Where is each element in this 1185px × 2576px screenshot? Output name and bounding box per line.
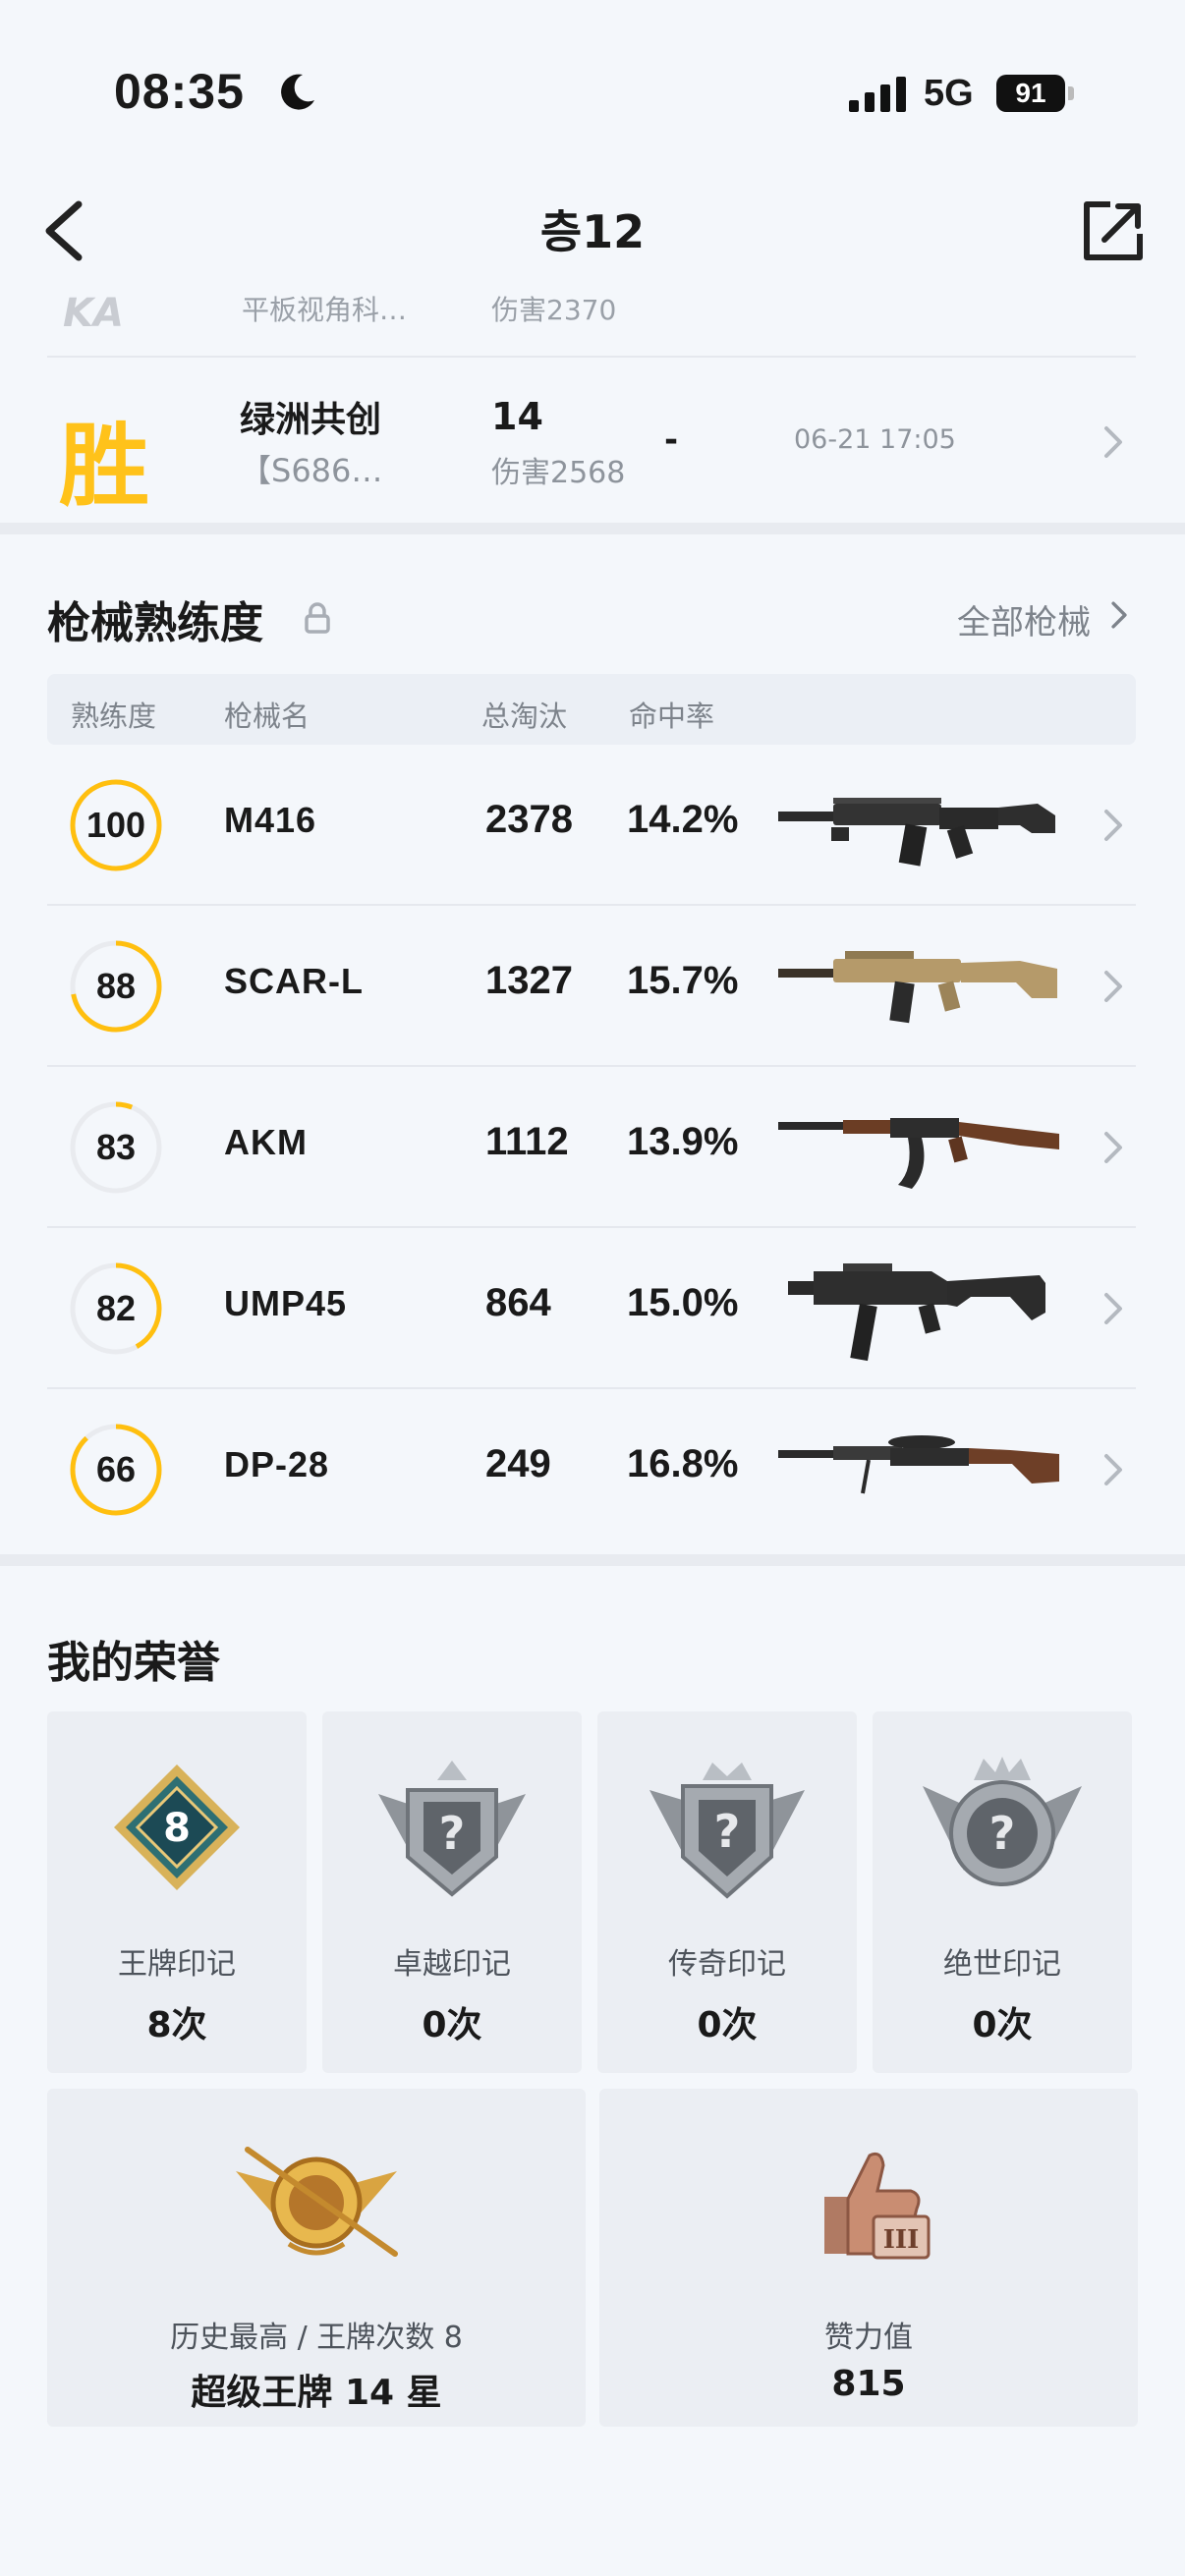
- honor-card-highest-rank[interactable]: 历史最高 / 王牌次数 8 超级王牌 14 星: [47, 2089, 586, 2427]
- weapon-table-header: 熟练度 枪械名 总淘汰 命中率: [47, 674, 1136, 745]
- section-separator: [0, 1554, 1185, 1566]
- chevron-right-icon[interactable]: [1100, 1450, 1126, 1489]
- mastery-value: 83: [95, 1127, 137, 1167]
- badge-number: 8: [163, 1806, 191, 1851]
- cellular-signal-icon: [849, 77, 908, 112]
- weapon-name: AKM: [224, 1122, 308, 1162]
- legend-mark-badge-icon: ?: [649, 1763, 805, 1899]
- honor-label: 传奇印记: [668, 1947, 786, 1982]
- weapon-name: DP-28: [224, 1444, 330, 1484]
- weapon-accuracy: 13.9%: [627, 1120, 739, 1163]
- honors-title: 我的荣誉: [47, 1638, 220, 1688]
- weapon-row[interactable]: 82 UMP45 864 15.0%: [47, 1228, 1136, 1389]
- honor-count: 8次: [146, 2005, 207, 2045]
- weapon-name: M416: [224, 800, 317, 840]
- mastery-value: 88: [95, 966, 137, 1006]
- weapon-kills: 1112: [485, 1120, 569, 1163]
- mastery-value: 100: [85, 805, 146, 845]
- weapon-row[interactable]: 83 AKM 1112 13.9%: [47, 1067, 1136, 1228]
- win-badge: 胜: [59, 414, 150, 519]
- super-ace-badge-icon: [236, 2147, 398, 2257]
- honor-label: 卓越印记: [393, 1947, 511, 1982]
- match-sub-mode: 【S686…: [240, 452, 383, 489]
- ump45-smg-icon: [788, 1263, 1045, 1362]
- weapon-kills: 1327: [485, 959, 573, 1002]
- akm-rifle-icon: [778, 1118, 1059, 1189]
- match-kills: 14: [491, 395, 543, 438]
- mastery-value: 82: [95, 1288, 137, 1328]
- share-button[interactable]: [1081, 198, 1146, 263]
- match-damage: 伤害2568: [491, 456, 626, 490]
- weapon-mastery-title: 枪械熟练度: [47, 598, 263, 648]
- honor-label: 王牌印记: [118, 1947, 236, 1982]
- badge-number: III: [883, 2225, 920, 2255]
- chevron-right-icon[interactable]: [1108, 597, 1130, 633]
- weapon-accuracy: 14.2%: [627, 798, 739, 841]
- chevron-right-icon[interactable]: [1100, 422, 1126, 462]
- honor-label: 绝世印记: [943, 1947, 1061, 1982]
- highest-rank-value: 超级王牌 14 星: [191, 2373, 442, 2413]
- match-row-latest[interactable]: [47, 358, 1136, 521]
- m416-rifle-icon: [778, 798, 1055, 867]
- dp28-lmg-icon: [778, 1435, 1059, 1494]
- weapon-row[interactable]: 100 M416 2378 14.2%: [47, 745, 1136, 906]
- ace-mark-badge-icon: 8: [114, 1764, 240, 1890]
- header-mastery: 熟练度: [71, 700, 157, 733]
- thumbs-up-badge-icon: III: [824, 2152, 931, 2260]
- match-rank: -: [664, 420, 679, 460]
- likes-label: 赞力值: [824, 2321, 913, 2355]
- chevron-right-icon[interactable]: [1100, 967, 1126, 1006]
- honor-count: 0次: [422, 2005, 482, 2045]
- page-title: 층12: [539, 205, 646, 258]
- section-separator: [0, 523, 1185, 534]
- battery-tip: [1068, 86, 1074, 100]
- honor-count: 0次: [972, 2005, 1033, 2045]
- honor-card-ace-mark[interactable]: 8 王牌印记 8次: [47, 1711, 307, 2073]
- match-mode-logo: KA: [63, 291, 124, 336]
- honor-card-likes[interactable]: III 赞力值 815: [599, 2089, 1138, 2427]
- header-weapon-name: 枪械名: [224, 700, 310, 733]
- weapon-row[interactable]: 88 SCAR-L 1327 15.7%: [47, 906, 1136, 1067]
- honor-count: 0次: [697, 2005, 758, 2045]
- badge-number: ?: [714, 1805, 741, 1858]
- honor-card-excellence-mark[interactable]: ? 卓越印记 0次: [322, 1711, 582, 2073]
- battery-level: 91: [996, 75, 1065, 112]
- header-total-kills: 总淘汰: [481, 700, 568, 733]
- chevron-right-icon[interactable]: [1100, 1289, 1126, 1328]
- match-row-partial[interactable]: KA 平板视角科… 伤害2370: [47, 285, 1136, 356]
- weapon-kills: 864: [485, 1281, 551, 1324]
- excellence-mark-badge-icon: ?: [378, 1761, 526, 1897]
- lock-icon[interactable]: [303, 601, 332, 635]
- weapon-name: UMP45: [224, 1283, 348, 1323]
- weapon-accuracy: 15.7%: [627, 959, 739, 1002]
- weapon-name: SCAR-L: [224, 961, 364, 1001]
- badge-number: ?: [439, 1807, 466, 1860]
- match-mode: 绿洲共创: [240, 400, 382, 440]
- mastery-value: 66: [95, 1449, 137, 1489]
- all-weapons-link[interactable]: 全部枪械: [957, 595, 1091, 644]
- scar-l-rifle-icon: [778, 951, 1057, 1024]
- match-time: 06-21 17:05: [794, 424, 956, 455]
- network-type: 5G: [924, 73, 974, 114]
- highest-rank-label: 历史最高 / 王牌次数 8: [170, 2321, 463, 2355]
- moon-icon: [281, 74, 314, 110]
- badge-number: ?: [989, 1807, 1016, 1860]
- honor-card-peerless-mark[interactable]: ? 绝世印记 0次: [873, 1711, 1132, 2073]
- match-mode: 平板视角科…: [242, 294, 408, 326]
- weapon-accuracy: 15.0%: [627, 1281, 739, 1324]
- weapon-accuracy: 16.8%: [627, 1442, 739, 1485]
- status-time: 08:35: [114, 64, 245, 119]
- chevron-right-icon[interactable]: [1100, 806, 1126, 845]
- weapon-row[interactable]: 66 DP-28 249 16.8%: [47, 1389, 1136, 1550]
- chevron-right-icon[interactable]: [1100, 1128, 1126, 1167]
- weapon-kills: 249: [485, 1442, 551, 1485]
- peerless-mark-badge-icon: ?: [923, 1757, 1082, 1886]
- honor-card-legend-mark[interactable]: ? 传奇印记 0次: [597, 1711, 857, 2073]
- weapon-kills: 2378: [485, 798, 573, 841]
- match-damage: 伤害2370: [491, 294, 617, 326]
- likes-value: 815: [831, 2364, 906, 2404]
- header-accuracy: 命中率: [629, 700, 715, 733]
